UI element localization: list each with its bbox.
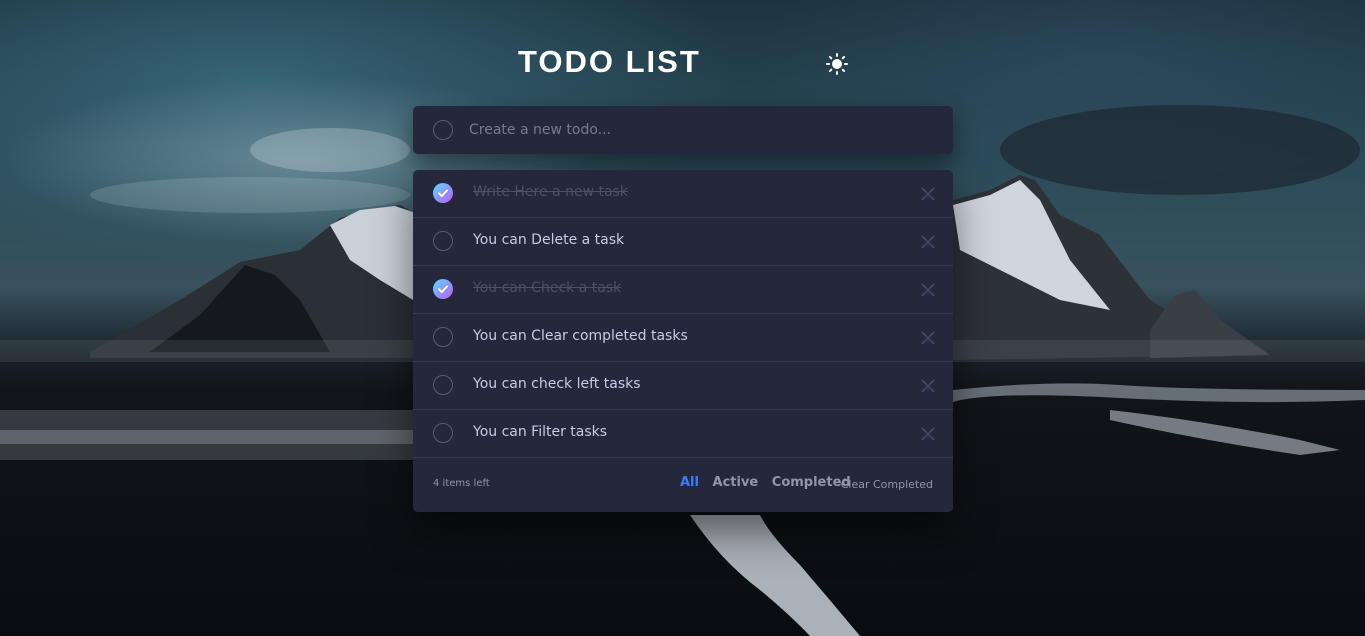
check-icon [438,285,448,293]
close-icon[interactable] [921,426,935,441]
todo-list: Write Here a new task You can Delete a ta… [413,170,953,512]
filter-group: All Active Completed [680,475,860,490]
unchecked-circle-icon[interactable] [433,231,453,251]
todo-text: You can Check a task [473,280,622,296]
unchecked-circle-icon[interactable] [433,375,453,395]
sun-icon[interactable] [825,52,849,76]
todo-text: You can Filter tasks [473,424,608,440]
unchecked-circle-icon[interactable] [433,327,453,347]
app-header: TODO LIST [413,40,953,84]
new-todo-circle-icon[interactable] [433,120,453,140]
close-icon[interactable] [921,282,935,297]
todo-item[interactable]: You can Check a task [413,266,953,314]
todo-text: You can check left tasks [473,376,641,392]
new-todo-bar [413,106,953,154]
todo-text: You can Delete a task [473,232,625,248]
todo-item[interactable]: You can check left tasks [413,362,953,410]
filter-all-button[interactable]: All [680,475,699,490]
todo-item[interactable]: You can Delete a task [413,218,953,266]
page-title: TODO LIST [518,44,701,79]
new-todo-input[interactable] [469,116,929,144]
clear-completed-button[interactable]: Clear Completed [841,478,933,491]
list-footer: 4 items left All Active Completed Clear … [413,458,953,512]
todo-text: Write Here a new task [473,184,628,200]
filter-active-button[interactable]: Active [713,475,759,490]
close-icon[interactable] [921,234,935,249]
filter-completed-button[interactable]: Completed [772,475,851,490]
checked-circle-icon[interactable] [433,183,453,203]
todo-text: You can Clear completed tasks [473,328,688,344]
todo-item[interactable]: You can Clear completed tasks [413,314,953,362]
checked-circle-icon[interactable] [433,279,453,299]
todo-item[interactable]: Write Here a new task [413,170,953,218]
unchecked-circle-icon[interactable] [433,423,453,443]
close-icon[interactable] [921,186,935,201]
close-icon[interactable] [921,330,935,345]
check-icon [438,189,448,197]
items-left-count: 4 items left [433,478,490,489]
todo-item[interactable]: You can Filter tasks [413,410,953,458]
close-icon[interactable] [921,378,935,393]
